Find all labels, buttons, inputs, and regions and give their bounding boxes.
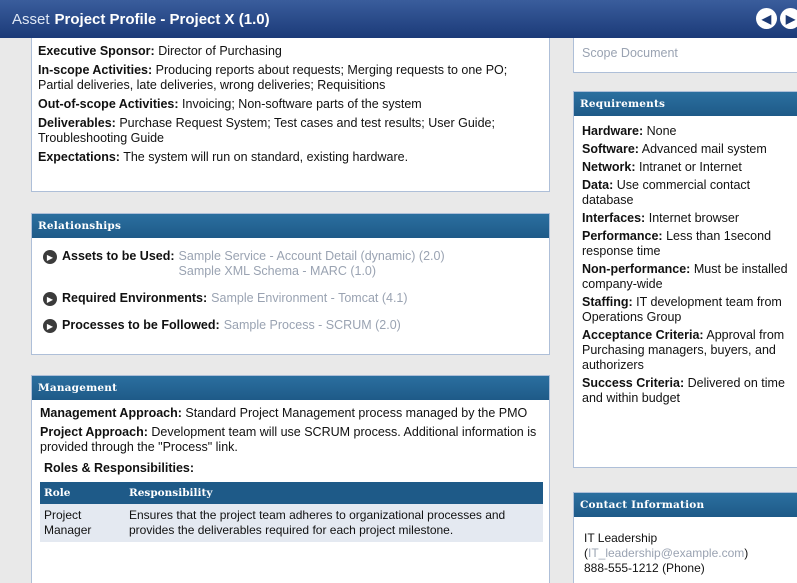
role-cell: Project Manager bbox=[40, 504, 125, 542]
network-value: Intranet or Internet bbox=[638, 160, 742, 174]
contact-name: IT Leadership bbox=[584, 531, 658, 545]
title-bar: Asset Project Profile - Project X (1.0) … bbox=[0, 0, 797, 38]
expectations-value: The system will run on standard, existin… bbox=[123, 150, 409, 164]
nav-buttons: ◀ ▶ bbox=[756, 8, 797, 29]
project-approach-label: Project Approach: bbox=[40, 425, 148, 439]
deliverables-row: Deliverables: Purchase Request System; T… bbox=[38, 116, 541, 146]
data-row: Data: Use commercial contact database bbox=[582, 178, 791, 208]
performance-row: Performance: Less than 1second response … bbox=[582, 229, 791, 259]
roles-heading: Roles & Responsibilities: bbox=[44, 461, 195, 475]
asset-prefix: Asset bbox=[12, 10, 50, 28]
back-arrow-icon[interactable]: ◀ bbox=[756, 8, 777, 29]
executive-sponsor-value: Director of Purchasing bbox=[158, 44, 282, 58]
relationships-header: Relationships bbox=[32, 214, 549, 238]
contact-email-link[interactable]: IT_leadership@example.com bbox=[588, 546, 744, 560]
processes-row: ▶ Processes to be Followed: Sample Proce… bbox=[43, 318, 549, 333]
environments-row: ▶ Required Environments: Sample Environm… bbox=[43, 291, 549, 306]
contact-panel: Contact Information IT Leadership (IT_le… bbox=[573, 492, 797, 583]
management-approach-value: Standard Project Management process mana… bbox=[185, 406, 528, 420]
hardware-row: Hardware: None bbox=[582, 124, 791, 139]
success-label: Success Criteria: bbox=[582, 376, 685, 390]
network-row: Network: Intranet or Internet bbox=[582, 160, 791, 175]
column-header-responsibility: Responsibility bbox=[125, 482, 543, 504]
software-label: Software: bbox=[582, 142, 639, 156]
software-value: Advanced mail system bbox=[641, 142, 767, 156]
acceptance-label: Acceptance Criteria: bbox=[582, 328, 704, 342]
non-performance-row: Non-performance: Must be installed compa… bbox=[582, 262, 791, 292]
assets-row: ▶ Assets to be Used: Sample Service - Ac… bbox=[43, 249, 549, 279]
process-link[interactable]: Sample Process - SCRUM (2.0) bbox=[224, 318, 401, 332]
data-label: Data: bbox=[582, 178, 614, 192]
requirements-header: Requirements bbox=[574, 92, 797, 116]
environment-link[interactable]: Sample Environment - Tomcat (4.1) bbox=[211, 291, 407, 305]
network-label: Network: bbox=[582, 160, 636, 174]
interfaces-value: Internet browser bbox=[648, 211, 740, 225]
table-header-row: Role Responsibility bbox=[40, 482, 543, 504]
out-scope-row: Out-of-scope Activities: Invoicing; Non-… bbox=[38, 97, 541, 112]
deliverables-label: Deliverables: bbox=[38, 116, 116, 130]
executive-sponsor-label: Executive Sponsor: bbox=[38, 44, 155, 58]
in-scope-row: In-scope Activities: Producing reports a… bbox=[38, 63, 541, 93]
acceptance-row: Acceptance Criteria: Approval from Purch… bbox=[582, 328, 791, 373]
project-approach-row: Project Approach: Development team will … bbox=[40, 425, 541, 455]
hardware-label: Hardware: bbox=[582, 124, 644, 138]
management-approach-label: Management Approach: bbox=[40, 406, 182, 420]
assets-label: Assets to be Used: bbox=[62, 249, 175, 263]
management-approach-row: Management Approach: Standard Project Ma… bbox=[40, 406, 541, 421]
scope-panel: Executive Sponsor: Director of Purchasin… bbox=[31, 38, 550, 192]
staffing-row: Staffing: IT development team from Opera… bbox=[582, 295, 791, 325]
table-row: Project Manager Ensures that the project… bbox=[40, 504, 543, 542]
management-header: Management bbox=[32, 376, 549, 400]
interfaces-row: Interfaces: Internet browser bbox=[582, 211, 791, 226]
requirements-panel: Requirements Hardware: None Software: Ad… bbox=[573, 91, 797, 468]
relationships-panel: Relationships ▶ Assets to be Used: Sampl… bbox=[31, 213, 550, 355]
expand-arrow-icon[interactable]: ▶ bbox=[43, 250, 57, 264]
out-scope-label: Out-of-scope Activities: bbox=[38, 97, 179, 111]
hardware-value: None bbox=[646, 124, 677, 138]
contact-email-row: (IT_leadership@example.com) bbox=[584, 546, 789, 561]
software-row: Software: Advanced mail system bbox=[582, 142, 791, 157]
in-scope-label: In-scope Activities: bbox=[38, 63, 153, 77]
environments-label: Required Environments: bbox=[62, 291, 208, 305]
assets-link-service[interactable]: Sample Service - Account Detail (dynamic… bbox=[179, 249, 445, 264]
performance-label: Performance: bbox=[582, 229, 663, 243]
roles-table: Role Responsibility Project Manager Ensu… bbox=[40, 482, 543, 542]
processes-label: Processes to be Followed: bbox=[62, 318, 220, 332]
expectations-row: Expectations: The system will run on sta… bbox=[38, 150, 541, 165]
contact-header: Contact Information bbox=[574, 493, 797, 517]
success-row: Success Criteria: Delivered on time and … bbox=[582, 376, 791, 406]
email-close-paren: ) bbox=[744, 546, 749, 560]
scope-document-link[interactable]: Scope Document bbox=[582, 46, 678, 60]
management-panel: Management Management Approach: Standard… bbox=[31, 375, 550, 583]
assets-link-schema[interactable]: Sample XML Schema - MARC (1.0) bbox=[179, 264, 445, 279]
out-scope-value: Invoicing; Non-software parts of the sys… bbox=[182, 97, 422, 111]
staffing-label: Staffing: bbox=[582, 295, 633, 309]
contact-phone: 888-555-1212 (Phone) bbox=[584, 561, 705, 575]
responsibility-cell: Ensures that the project team adheres to… bbox=[125, 504, 543, 542]
forward-arrow-icon[interactable]: ▶ bbox=[780, 8, 797, 29]
interfaces-label: Interfaces: bbox=[582, 211, 646, 225]
expectations-label: Expectations: bbox=[38, 150, 120, 164]
expand-arrow-icon[interactable]: ▶ bbox=[43, 319, 57, 333]
page-title: Project Profile - Project X (1.0) bbox=[54, 10, 270, 28]
executive-sponsor-row: Executive Sponsor: Director of Purchasin… bbox=[38, 44, 541, 59]
expand-arrow-icon[interactable]: ▶ bbox=[43, 292, 57, 306]
scope-document-panel: Scope Document bbox=[573, 38, 797, 73]
non-performance-label: Non-performance: bbox=[582, 262, 691, 276]
column-header-role: Role bbox=[40, 482, 125, 504]
